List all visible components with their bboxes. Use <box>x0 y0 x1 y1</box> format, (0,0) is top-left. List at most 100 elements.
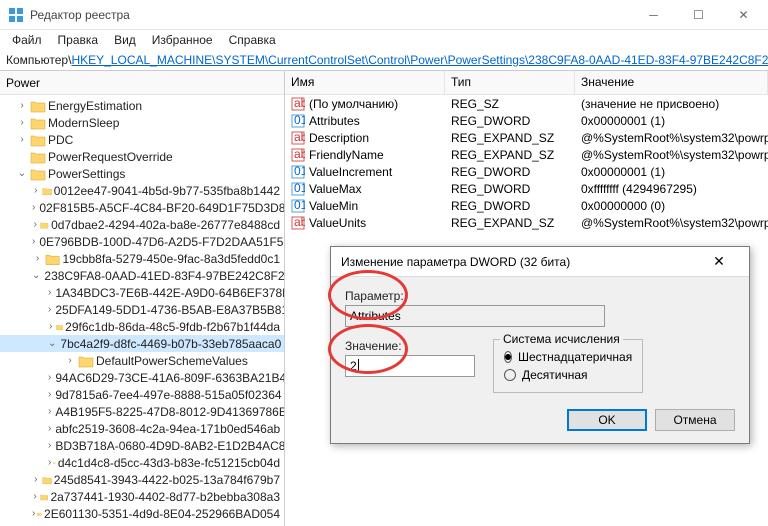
expand-icon[interactable]: › <box>16 117 28 128</box>
address-path[interactable]: HKEY_LOCAL_MACHINE\SYSTEM\CurrentControl… <box>71 53 768 67</box>
expand-icon[interactable]: ⌄ <box>48 338 56 349</box>
tree-node[interactable]: ⌄7bc4a2f9-d8fc-4469-b07b-33eb785aaca0 <box>0 335 284 352</box>
expand-icon[interactable]: › <box>32 202 35 213</box>
tree-node[interactable]: › 19cbb8fa-5279-450e-9fac-8a3d5fedd0c1 <box>0 250 284 267</box>
tree-node[interactable]: ›abfc2519-3608-4c2a-94ea-171b0ed546ab <box>0 420 284 437</box>
col-name[interactable]: Имя <box>285 71 445 94</box>
expand-icon[interactable]: › <box>16 100 28 111</box>
tree-node[interactable]: PowerRequestOverride <box>0 148 284 165</box>
menu-file[interactable]: Файл <box>4 31 50 49</box>
tree-label: 29f6c1db-86da-48c5-9fdb-f2b67b1f44da <box>65 320 280 334</box>
expand-icon[interactable]: › <box>48 372 51 383</box>
value-data: 0x00000000 (0) <box>575 199 768 213</box>
tree-node[interactable]: ›2E601130-5351-4d9d-8E04-252966BAD054 <box>0 505 284 522</box>
tree-node[interactable]: ›0E796BDB-100D-47D6-A2D5-F7D2DAA51F51 <box>0 233 284 250</box>
tree-node[interactable]: ›02F815B5-A5CF-4C84-BF20-649D1F75D3D8 <box>0 199 284 216</box>
tree-node[interactable]: ⌄238C9FA8-0AAD-41ED-83F4-97BE242C8F20 <box>0 267 284 284</box>
tree-node[interactable]: › 245d8541-3943-4422-b025-13a784f679b7 <box>0 471 284 488</box>
tree-node[interactable]: ⌄ PowerSettings <box>0 165 284 182</box>
expand-icon[interactable]: › <box>48 406 51 417</box>
dialog-title: Изменение параметра DWORD (32 бита) <box>341 255 699 269</box>
expand-icon[interactable]: › <box>32 236 35 247</box>
expand-icon[interactable]: › <box>32 253 43 264</box>
expand-icon[interactable]: › <box>32 491 38 502</box>
tree-node[interactable]: › 1A34BDC3-7E6B-442E-A9D0-64B6EF378E84 <box>0 284 284 301</box>
tree-label: 245d8541-3943-4422-b025-13a784f679b7 <box>54 473 280 487</box>
values-list[interactable]: ab(По умолчанию)REG_SZ(значение не присв… <box>285 95 768 231</box>
svg-text:011: 011 <box>294 182 305 195</box>
tree-node[interactable]: ›DefaultPowerSchemeValues <box>0 352 284 369</box>
value-row[interactable]: 011ValueIncrementREG_DWORD0x00000001 (1) <box>285 163 768 180</box>
tree-node[interactable]: › 29f6c1db-86da-48c5-9fdb-f2b67b1f44da <box>0 318 284 335</box>
col-type[interactable]: Тип <box>445 71 575 94</box>
value-row[interactable]: abFriendlyNameREG_EXPAND_SZ@%SystemRoot%… <box>285 146 768 163</box>
ok-button[interactable]: OK <box>567 409 647 431</box>
expand-icon[interactable]: › <box>48 389 51 400</box>
expand-icon[interactable]: › <box>48 440 51 451</box>
tree-label: 9d7815a6-7ee4-497e-8888-515a05f02364 <box>55 388 281 402</box>
expand-icon[interactable]: › <box>48 423 51 434</box>
menu-view[interactable]: Вид <box>106 31 144 49</box>
dialog-close-icon[interactable]: ✕ <box>699 253 739 270</box>
tree-node[interactable]: ›25DFA149-5DD1-4736-B5AB-E8A37B5B8187 <box>0 301 284 318</box>
value-data: @%SystemRoot%\system32\powrprof.d <box>575 148 768 162</box>
expand-icon[interactable]: › <box>64 355 76 366</box>
tree-node[interactable]: ›ModernSleep <box>0 114 284 131</box>
expand-icon[interactable]: › <box>48 304 51 315</box>
tree-label: A4B195F5-8225-47D8-8012-9D41369786E2 <box>55 405 284 419</box>
svg-text:011: 011 <box>294 114 305 127</box>
svg-text:ab: ab <box>294 148 305 161</box>
tree-label: PowerSettings <box>48 167 125 181</box>
expand-icon[interactable]: › <box>32 508 35 519</box>
tree-node[interactable]: ›d4c1d4c8-d5cc-43d3-b83e-fc51215cb04d <box>0 454 284 471</box>
menu-edit[interactable]: Правка <box>50 31 107 49</box>
menu-favorites[interactable]: Избранное <box>144 31 221 49</box>
tree-node[interactable]: ›94AC6D29-73CE-41A6-809F-6363BA21B47E <box>0 369 284 386</box>
value-row[interactable]: 011ValueMaxREG_DWORD0xffffffff (42949672… <box>285 180 768 197</box>
expand-icon[interactable]: ⌄ <box>16 168 28 179</box>
tree-node[interactable]: ›48672F38-7A9A-4bb2-8BF8-3D85BE19DE4E <box>0 522 284 526</box>
value-type: REG_DWORD <box>445 114 575 128</box>
tree-node[interactable]: ›0012ee47-9041-4b5d-9b77-535fba8b1442 <box>0 182 284 199</box>
expand-icon[interactable]: › <box>32 185 40 196</box>
value-field[interactable]: 2 <box>345 355 475 377</box>
value-row[interactable]: abDescriptionREG_EXPAND_SZ@%SystemRoot%\… <box>285 129 768 146</box>
value-row[interactable]: 011ValueMinREG_DWORD0x00000000 (0) <box>285 197 768 214</box>
tree-node[interactable]: › A4B195F5-8225-47D8-8012-9D41369786E2 <box>0 403 284 420</box>
tree-node[interactable]: ›PDC <box>0 131 284 148</box>
address-prefix: Компьютер\ <box>6 53 71 67</box>
menu-help[interactable]: Справка <box>221 31 284 49</box>
address-bar[interactable]: Компьютер\HKEY_LOCAL_MACHINE\SYSTEM\Curr… <box>0 50 768 70</box>
expand-icon[interactable]: › <box>16 134 28 145</box>
expand-icon[interactable]: ⌄ <box>32 270 40 281</box>
expand-icon[interactable]: › <box>48 457 51 468</box>
close-button[interactable]: ✕ <box>721 0 766 30</box>
radio-dec[interactable]: Десятичная <box>504 368 632 382</box>
col-value[interactable]: Значение <box>575 71 768 94</box>
maximize-button[interactable]: ☐ <box>676 0 721 30</box>
expand-icon[interactable]: › <box>48 287 51 298</box>
expand-icon[interactable]: › <box>48 321 54 332</box>
tree-node[interactable]: ›2a737441-1930-4402-8d77-b2bebba308a3 <box>0 488 284 505</box>
value-type: REG_SZ <box>445 97 575 111</box>
value-row[interactable]: ab(По умолчанию)REG_SZ(значение не присв… <box>285 95 768 112</box>
tree-node[interactable]: ›BD3B718A-0680-4D9D-8AB2-E1D2B4AC806D <box>0 437 284 454</box>
cancel-button[interactable]: Отмена <box>655 409 735 431</box>
tree-label: 19cbb8fa-5279-450e-9fac-8a3d5fedd0c1 <box>62 252 280 266</box>
tree[interactable]: ›EnergyEstimation›ModernSleep›PDCPowerRe… <box>0 95 284 526</box>
value-type: REG_EXPAND_SZ <box>445 216 575 230</box>
radix-group: Система исчисления Шестнадцатеричная Дес… <box>493 339 643 393</box>
tree-label: 1A34BDC3-7E6B-442E-A9D0-64B6EF378E84 <box>55 286 284 300</box>
value-row[interactable]: abValueUnitsREG_EXPAND_SZ@%SystemRoot%\s… <box>285 214 768 231</box>
tree-header[interactable]: Power <box>0 71 284 95</box>
value-name: Description <box>309 131 369 145</box>
value-row[interactable]: 011AttributesREG_DWORD0x00000001 (1) <box>285 112 768 129</box>
value-type: REG_EXPAND_SZ <box>445 131 575 145</box>
expand-icon[interactable]: › <box>32 219 38 230</box>
tree-node[interactable]: ›0d7dbae2-4294-402a-ba8e-26777e8488cd <box>0 216 284 233</box>
minimize-button[interactable]: ─ <box>631 0 676 30</box>
tree-node[interactable]: ›EnergyEstimation <box>0 97 284 114</box>
radio-hex[interactable]: Шестнадцатеричная <box>504 350 632 364</box>
expand-icon[interactable]: › <box>32 474 40 485</box>
tree-node[interactable]: › 9d7815a6-7ee4-497e-8888-515a05f02364 <box>0 386 284 403</box>
